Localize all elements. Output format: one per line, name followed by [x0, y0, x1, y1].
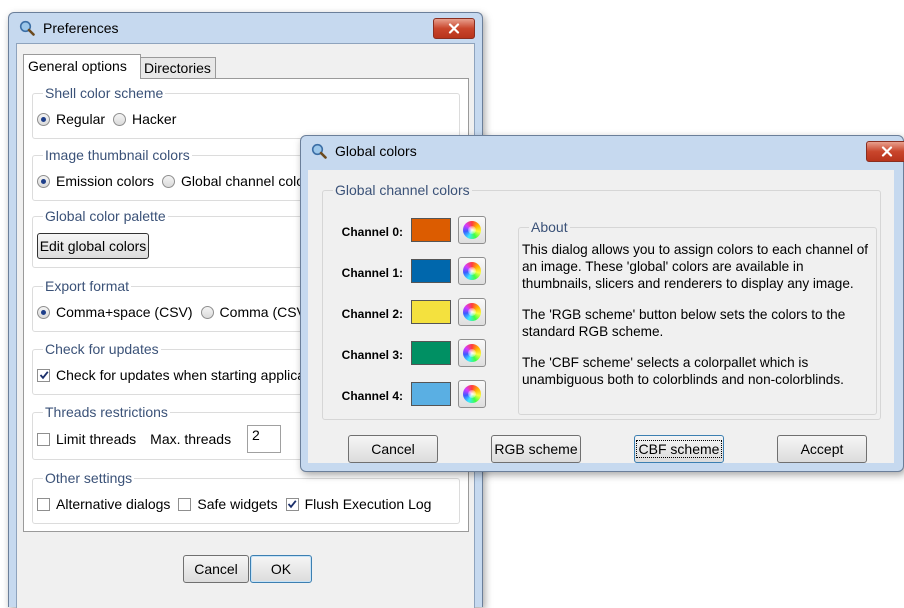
channel-1-label: Channel 1:: [341, 266, 403, 280]
tab-general-options[interactable]: General options: [23, 54, 141, 79]
check-for-updates-checkbox[interactable]: [37, 368, 50, 382]
global-colors-titlebar[interactable]: Global colors: [301, 136, 904, 166]
global-colors-title: Global colors: [335, 143, 417, 159]
about-paragraph: The 'CBF scheme' selects a colorpallet w…: [522, 355, 844, 387]
global-channel-colors-label: Global channel colors: [181, 173, 316, 189]
close-icon: [448, 23, 460, 34]
global-colors-client: Global channel colors Channel 0: Channel…: [308, 170, 894, 463]
color-wheel-icon: [463, 221, 481, 239]
preferences-titlebar[interactable]: Preferences: [9, 13, 482, 43]
edit-global-colors-button[interactable]: Edit global colors: [37, 233, 149, 259]
about-label: About: [529, 219, 570, 235]
global-channel-colors-label: Global channel colors: [333, 182, 472, 198]
channel-0-label: Channel 0:: [341, 225, 403, 239]
global-channel-colors-radio[interactable]: [162, 174, 176, 188]
comma-csv-radio[interactable]: [200, 305, 214, 319]
about-paragraph: The 'RGB scheme' button below sets the c…: [522, 307, 846, 339]
channel-1-color-picker-button[interactable]: [458, 257, 486, 285]
hacker-label: Hacker: [132, 111, 177, 127]
color-wheel-icon: [463, 385, 481, 403]
channel-4-swatch[interactable]: [411, 382, 451, 406]
global-colors-cancel-button[interactable]: Cancel: [348, 435, 438, 463]
alternative-dialogs-checkbox[interactable]: [37, 497, 50, 511]
global-colors-close-button[interactable]: [866, 141, 904, 162]
other-settings-group: Other settings Alternative dialogs Safe …: [32, 470, 460, 524]
global-channel-colors-group: Global channel colors Channel 0: Channel…: [322, 182, 881, 420]
channel-2-swatch[interactable]: [411, 300, 451, 324]
safe-widgets-checkbox[interactable]: [178, 497, 192, 511]
channel-4-color-picker-button[interactable]: [458, 380, 486, 408]
close-icon: [881, 146, 893, 157]
preferences-close-button[interactable]: [433, 18, 475, 39]
check-for-updates-label: Check for updates: [43, 341, 161, 357]
hacker-radio[interactable]: [113, 112, 127, 126]
safe-widgets-label: Safe widgets: [197, 496, 278, 512]
tab-directories[interactable]: Directories: [139, 57, 216, 79]
global-color-palette-label: Global color palette: [43, 208, 168, 224]
preferences-ok-button[interactable]: OK: [250, 555, 312, 583]
channel-3-swatch[interactable]: [411, 341, 451, 365]
regular-radio[interactable]: [37, 112, 50, 126]
emission-colors-radio[interactable]: [37, 174, 50, 188]
limit-threads-checkbox[interactable]: [37, 432, 50, 446]
other-settings-label: Other settings: [43, 470, 135, 486]
color-wheel-icon: [463, 262, 481, 280]
image-thumbnail-colors-label: Image thumbnail colors: [43, 147, 192, 163]
preferences-title: Preferences: [43, 20, 119, 36]
about-group: About This dialog allows you to assign c…: [518, 219, 877, 415]
export-format-label: Export format: [43, 278, 132, 294]
channel-0-swatch[interactable]: [411, 218, 451, 242]
limit-threads-label: Limit threads: [56, 431, 137, 447]
comma-space-csv-label: Comma+space (CSV): [56, 304, 193, 320]
channel-2-label: Channel 2:: [341, 307, 403, 321]
cbf-scheme-button[interactable]: CBF scheme: [634, 435, 724, 463]
max-threads-label: Max. threads: [150, 431, 232, 447]
color-wheel-icon: [463, 344, 481, 362]
magnifier-icon: [311, 143, 327, 159]
comma-csv-label: Comma (CSV): [219, 304, 311, 320]
global-colors-window: Global colors Global channel colors Chan…: [300, 135, 904, 472]
comma-space-csv-radio[interactable]: [37, 305, 50, 319]
color-wheel-icon: [463, 303, 481, 321]
about-paragraph: This dialog allows you to assign colors …: [522, 242, 869, 291]
channel-2-color-picker-button[interactable]: [458, 298, 486, 326]
shell-color-scheme-group: Shell color scheme Regular Hacker: [32, 85, 460, 139]
shell-color-scheme-label: Shell color scheme: [43, 85, 166, 101]
channel-4-label: Channel 4:: [341, 389, 403, 403]
flush-execution-log-checkbox[interactable]: [285, 497, 299, 511]
preferences-cancel-button[interactable]: Cancel: [183, 555, 249, 583]
alternative-dialogs-label: Alternative dialogs: [56, 496, 171, 512]
channel-0-color-picker-button[interactable]: [458, 216, 486, 244]
emission-colors-label: Emission colors: [56, 173, 155, 189]
channel-3-color-picker-button[interactable]: [458, 339, 486, 367]
rgb-scheme-button[interactable]: RGB scheme: [491, 435, 581, 463]
magnifier-icon: [19, 20, 35, 36]
checkmark-icon: [287, 500, 297, 509]
accept-button[interactable]: Accept: [777, 435, 867, 463]
check-for-updates-checkbox-label: Check for updates when starting applicat…: [56, 367, 328, 383]
regular-label: Regular: [56, 111, 106, 127]
about-text: This dialog allows you to assign colors …: [522, 241, 874, 402]
threads-restrictions-label: Threads restrictions: [43, 404, 170, 420]
flush-execution-log-label: Flush Execution Log: [304, 496, 432, 512]
max-threads-input[interactable]: 2: [247, 425, 281, 453]
channel-1-swatch[interactable]: [411, 259, 451, 283]
channel-3-label: Channel 3:: [341, 348, 403, 362]
checkmark-icon: [39, 371, 49, 380]
